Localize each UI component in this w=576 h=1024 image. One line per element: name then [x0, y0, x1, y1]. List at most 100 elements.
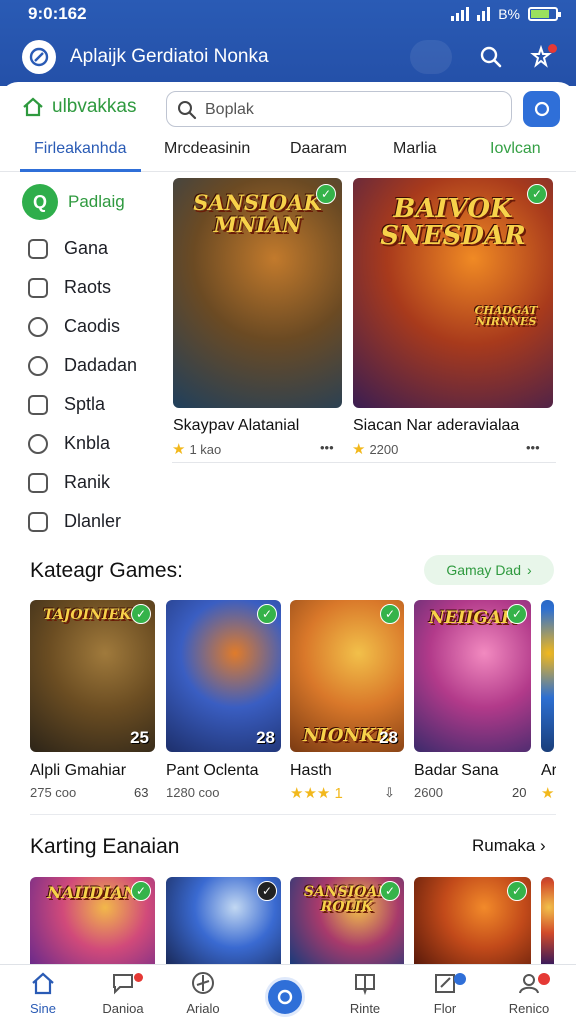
timer-icon: [28, 433, 48, 454]
sidebar-item-4[interactable]: Sptla: [28, 394, 105, 415]
game-meta: ★: [541, 785, 555, 802]
more-icon[interactable]: •••: [320, 440, 334, 455]
bottom-card-art[interactable]: ✓: [414, 877, 531, 964]
more-icon[interactable]: •••: [526, 440, 540, 455]
bottom-card-art[interactable]: [541, 877, 554, 964]
see-more-link[interactable]: Rumaka ›: [472, 836, 546, 856]
bag-icon: [28, 277, 48, 298]
section-title: Karting Eanaian: [30, 835, 180, 858]
tab-1[interactable]: Mrcdeasinin: [164, 140, 250, 158]
game-score: 28: [379, 728, 398, 747]
sidebar-item-0[interactable]: Gana: [28, 238, 108, 259]
chevron-right-icon: ›: [527, 562, 532, 578]
tab-3[interactable]: Marlia: [393, 140, 437, 158]
sidebar-item-5[interactable]: Knbla: [28, 433, 110, 454]
game-meta: 275 coo: [30, 785, 77, 800]
search-bar[interactable]: [166, 91, 512, 127]
game-title[interactable]: Badar Sana: [414, 762, 499, 780]
bottom-card-art[interactable]: ✓: [166, 877, 281, 964]
game-card-art[interactable]: NIONKK ✓ 28: [290, 600, 404, 752]
sidebar-label: Sptla: [64, 394, 106, 414]
verified-icon: ✓: [507, 881, 527, 901]
status-time: 9:0:162: [28, 4, 87, 23]
center-action-icon: [277, 989, 293, 1005]
section-action-label: Gamay Dad: [446, 562, 522, 578]
game-title[interactable]: Ar: [541, 762, 556, 780]
sidebar-item-active[interactable]: Q Padlaig: [22, 184, 125, 220]
game-card-art[interactable]: ✓ 28: [166, 600, 281, 752]
nav-label: Danioa: [102, 1001, 144, 1016]
verified-icon: ✓: [257, 604, 277, 624]
game-card-art[interactable]: TAJOINIEKT ✓ 25: [30, 600, 155, 752]
nav-item-library[interactable]: Rinte: [330, 971, 400, 1016]
game-card-art[interactable]: NEIIGAK ✓: [414, 600, 531, 752]
tag-icon: [28, 394, 48, 415]
divider: [172, 462, 556, 463]
featured-art-badge: CHADGAT NIRNNES: [474, 303, 538, 329]
game-title[interactable]: Pant Oclenta: [166, 762, 259, 780]
sidebar-item-1[interactable]: Raots: [28, 277, 111, 298]
sidebar-item-2[interactable]: Caodis: [28, 316, 120, 337]
featured-art-title: BAIVOK SNESDAR: [380, 194, 526, 252]
featured-rating: ★ 2200: [352, 440, 398, 458]
compass-icon: [192, 972, 214, 994]
game-score: 25: [130, 728, 149, 747]
verified-icon: ✓: [527, 184, 547, 204]
game-title[interactable]: Hasth: [290, 762, 332, 780]
signal-icon: [451, 7, 470, 21]
notification-dot: [134, 973, 143, 982]
tab-4[interactable]: Iovlcan: [490, 140, 541, 158]
sidebar-item-6[interactable]: Ranik: [28, 472, 110, 493]
verified-icon: ✓: [380, 881, 400, 901]
tab-0[interactable]: Firleakanhda: [20, 140, 140, 172]
settings-icon[interactable]: [524, 40, 558, 74]
bottom-card-art[interactable]: NAIIDIAN ✓: [30, 877, 155, 964]
game-title[interactable]: Alpli Gmahiar: [30, 762, 126, 780]
document-icon: [28, 472, 48, 493]
nav-item-explore[interactable]: Arialo: [168, 971, 238, 1016]
nav-label: Rinte: [349, 1001, 381, 1016]
sidebar-item-7[interactable]: Dlanler: [28, 511, 121, 532]
section-action-button[interactable]: Gamay Dad ›: [424, 555, 554, 585]
search-input[interactable]: [205, 99, 495, 121]
sidebar-item-3[interactable]: Dadadan: [28, 355, 137, 376]
see-more-label: Rumaka: [472, 836, 536, 855]
game-card-art[interactable]: [541, 600, 554, 752]
app-header-background: 9:0:162 B% Aplaijk Gerdiatoi Nonka: [0, 0, 576, 86]
grid-icon: [28, 238, 48, 259]
nav-item-chat[interactable]: Danioa: [88, 971, 158, 1016]
sidebar-active-label: Padlaig: [68, 192, 125, 211]
verified-icon: ✓: [316, 184, 336, 204]
featured-card-art[interactable]: SANSIOAK MNIAN ✓: [173, 178, 342, 408]
sidebar-label: Dadadan: [64, 355, 138, 375]
brand[interactable]: ulbvakkas: [22, 96, 137, 118]
app-logo-icon[interactable]: [22, 40, 56, 74]
tab-2[interactable]: Daaram: [290, 140, 347, 158]
search-icon[interactable]: [474, 40, 508, 74]
status-bar: 9:0:162 B%: [0, 0, 576, 30]
bottom-card-art[interactable]: SANSIOAN ROLIK ✓: [290, 877, 404, 964]
search-icon: [178, 101, 197, 120]
nav-item-edit[interactable]: Flor: [410, 971, 480, 1016]
category-tabs: Firleakanhda Mrcdeasinin Daaram Marlia I…: [0, 132, 576, 172]
nav-item-home[interactable]: Sine: [8, 971, 78, 1016]
nav-item-profile[interactable]: Renico: [494, 971, 564, 1016]
verified-icon: ✓: [131, 604, 151, 624]
filter-button[interactable]: [523, 91, 560, 127]
chevron-right-icon: ›: [540, 836, 546, 855]
battery-icon: [528, 7, 561, 21]
featured-title[interactable]: Skaypav Alatanial: [173, 417, 299, 435]
game-extra: 63: [134, 785, 149, 800]
active-category-icon: Q: [22, 184, 58, 220]
center-action-button[interactable]: [265, 977, 305, 1017]
featured-title[interactable]: Siacan Nar aderavialaa: [353, 417, 519, 435]
divider: [30, 814, 556, 815]
badge-dot: [454, 973, 466, 985]
download-icon[interactable]: ⇩: [384, 785, 395, 801]
notification-dot: [538, 973, 550, 985]
header-pill[interactable]: [410, 40, 452, 74]
featured-card-art[interactable]: BAIVOK SNESDAR CHADGAT NIRNNES ✓: [353, 178, 553, 408]
rating-value: 1 kao: [189, 441, 222, 457]
game-score: 28: [256, 728, 275, 747]
verified-icon: ✓: [507, 604, 527, 624]
